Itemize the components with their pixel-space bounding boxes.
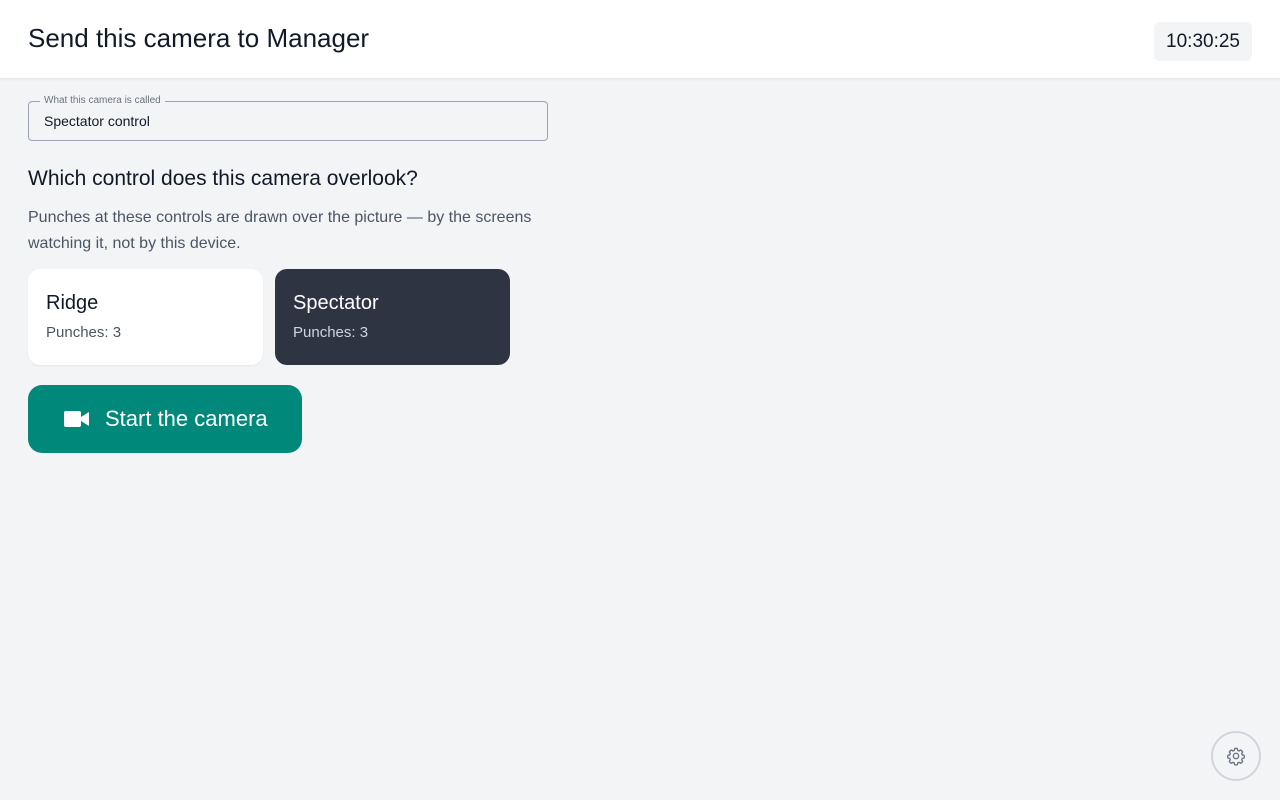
clock: 10:30:25 [1154,22,1252,61]
app-header: Send this camera to Manager 10:30:25 [0,0,1280,79]
gear-icon [1227,747,1245,766]
camera-name-input[interactable] [29,102,547,140]
control-card-name: Spectator [293,292,379,314]
control-card-punches: Punches: 3 [46,324,122,341]
control-card-name: Ridge [46,292,99,314]
settings-button[interactable] [1211,731,1261,781]
page-title: Send this camera to Manager [28,23,370,53]
start-camera-button[interactable]: Start the camera [28,385,302,453]
control-card-ridge[interactable]: Ridge Punches: 3 [28,269,263,365]
control-question: Which control does this camera overlook? [28,167,418,190]
control-helper-text: Punches at these controls are drawn over… [28,209,532,252]
control-card-punches: Punches: 3 [293,324,369,341]
control-card-spectator[interactable]: Spectator Punches: 3 [275,269,510,365]
start-camera-label: Start the camera [105,406,268,431]
video-camera-icon [64,411,89,427]
camera-name-field[interactable]: What this camera is called [28,95,548,141]
